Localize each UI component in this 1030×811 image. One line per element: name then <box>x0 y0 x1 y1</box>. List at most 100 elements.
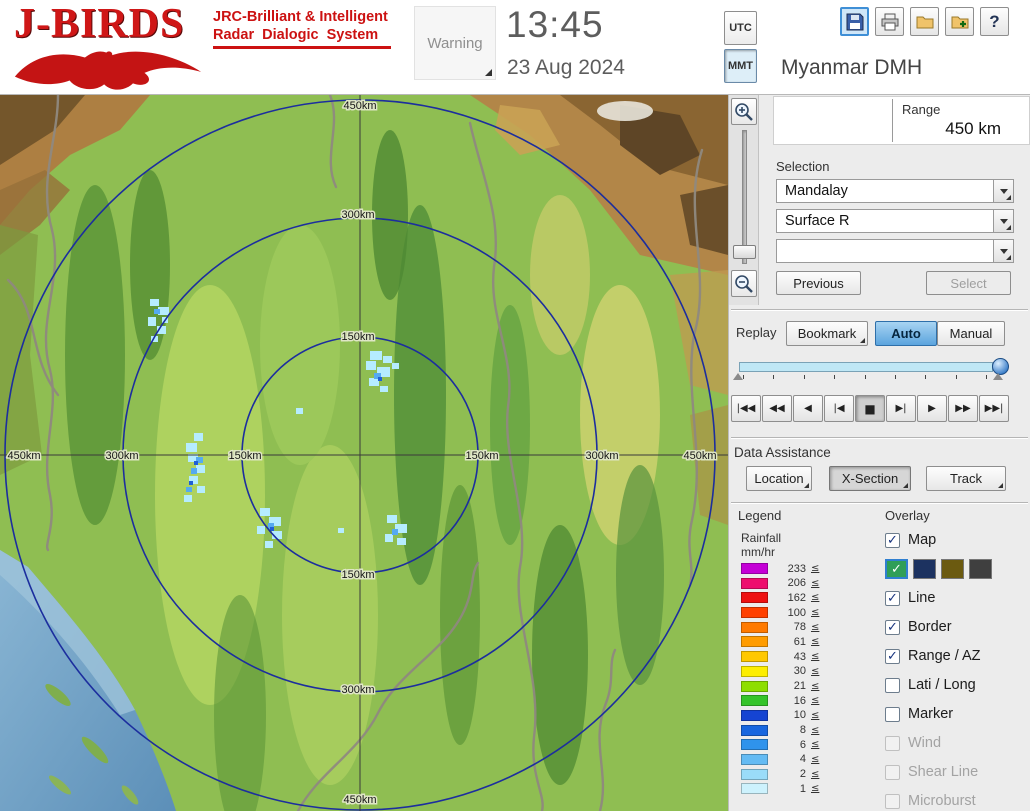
checkbox[interactable]: ✓ <box>885 590 900 606</box>
checkbox[interactable]: ✓ <box>885 532 900 548</box>
overlay-label: Line <box>908 590 936 606</box>
legend-suffix: ≤ <box>811 695 820 707</box>
overlay-label: Microburst <box>908 793 976 809</box>
legend-rows: 233 ≤206 ≤162 ≤100 ≤78 ≤61 ≤43 ≤30 ≤21 ≤16 ≤10 ≤8 ≤6… <box>741 563 819 798</box>
manual-button[interactable]: Manual <box>937 321 1005 346</box>
overlay-row-map[interactable]: ✓ Map <box>885 529 1030 551</box>
legend-unit-line2: mm/hr <box>741 545 775 559</box>
playback-button-1[interactable]: ◀◀ <box>762 395 792 422</box>
overlay-label: Border <box>908 619 952 635</box>
site-dropdown[interactable]: Mandalay <box>776 179 1014 203</box>
zoom-slider-track[interactable] <box>742 130 747 264</box>
checkbox[interactable] <box>885 677 900 693</box>
playback-button-3[interactable]: |◀ <box>824 395 854 422</box>
mmt-button[interactable]: MMT <box>724 49 757 83</box>
legend-value: 8 <box>799 724 806 737</box>
zoom-out-icon <box>735 274 753 293</box>
playback-button-5[interactable]: ▶| <box>886 395 916 422</box>
checkbox[interactable] <box>885 793 900 809</box>
legend-value: 16 <box>793 694 806 707</box>
legend-suffix: ≤ <box>811 607 820 619</box>
map-style-swatch-0[interactable]: ✓ <box>885 559 908 579</box>
legend-row: 61 ≤ <box>741 636 819 648</box>
legend-suffix: ≤ <box>811 680 820 692</box>
zoom-in-button[interactable] <box>731 98 757 125</box>
print-button[interactable] <box>875 7 904 36</box>
previous-button[interactable]: Previous <box>776 271 861 295</box>
legend-color-swatch <box>741 592 768 604</box>
map-style-swatch-1[interactable] <box>913 559 936 579</box>
slider-tick <box>864 375 866 379</box>
folder-plus-icon <box>951 16 968 28</box>
checkbox[interactable] <box>885 706 900 722</box>
playback-button-4[interactable]: ■ <box>855 395 885 422</box>
range-ring-label: 150km <box>465 450 498 462</box>
legend-row: 2 ≤ <box>741 768 819 780</box>
printer-icon <box>881 13 898 30</box>
product-dropdown[interactable]: Surface R <box>776 209 1014 233</box>
overlay-row-shear-line[interactable]: Shear Line <box>885 761 1030 783</box>
help-button[interactable]: ? <box>980 7 1009 36</box>
slider-tick <box>894 375 896 379</box>
checkbox[interactable]: ✓ <box>885 619 900 635</box>
toolbar: ? <box>840 7 1009 36</box>
overlay-row-border[interactable]: ✓ Border <box>885 616 1030 638</box>
import-button[interactable] <box>945 7 974 36</box>
x-section-button[interactable]: X-Section <box>829 466 911 491</box>
x-section-label: X-Section <box>841 471 899 486</box>
overlay-row-microburst[interactable]: Microburst <box>885 790 1030 811</box>
zoom-slider-thumb[interactable] <box>733 245 756 259</box>
slider-tick <box>955 375 957 379</box>
select-button[interactable]: Select <box>926 271 1011 295</box>
playback-button-0[interactable]: |◀◀ <box>731 395 761 422</box>
corner-triangle-icon <box>804 483 809 488</box>
corner-triangle-icon <box>1006 195 1011 200</box>
utc-button[interactable]: UTC <box>724 11 757 45</box>
dropdown-arrow-button[interactable] <box>993 240 1013 262</box>
track-button[interactable]: Track <box>926 466 1006 491</box>
playback-button-8[interactable]: ▶▶| <box>979 395 1009 422</box>
bookmark-button[interactable]: Bookmark <box>786 321 868 346</box>
playback-button-6[interactable]: ▶ <box>917 395 947 422</box>
warning-button[interactable]: Warning <box>414 6 496 80</box>
playback-button-2[interactable]: ◀ <box>793 395 823 422</box>
slider-end-marker <box>993 373 1003 380</box>
warning-label: Warning <box>427 34 483 52</box>
replay-slider-track[interactable] <box>739 362 993 372</box>
playback-button-7[interactable]: ▶▶ <box>948 395 978 422</box>
save-button[interactable] <box>840 7 869 36</box>
selection-label: Selection <box>776 159 830 174</box>
legend-row: 1 ≤ <box>741 783 819 795</box>
replay-ticks <box>743 375 987 379</box>
slider-tick <box>925 375 927 379</box>
checkbox[interactable] <box>885 764 900 780</box>
zoom-bar <box>729 95 759 305</box>
dropdown-arrow-button[interactable] <box>993 210 1013 232</box>
overlay-row-lati-long[interactable]: Lati / Long <box>885 674 1030 696</box>
overlay-label: Shear Line <box>908 764 979 780</box>
open-button[interactable] <box>910 7 939 36</box>
map-style-swatch-2[interactable] <box>941 559 964 579</box>
overlay-rows: ✓ Map ✓ ✓ Line ✓ Border ✓ Range / AZ Lati / Long M… <box>885 529 1030 811</box>
radar-map[interactable]: 450km 300km 150km 150km 300km 450km 450km 300km… <box>0 95 728 811</box>
legend-color-swatch <box>741 695 768 707</box>
range-ring-label: 300km <box>341 209 374 221</box>
overlay-row-line[interactable]: ✓ Line <box>885 587 1030 609</box>
map-style-swatch-3[interactable] <box>969 559 992 579</box>
folder-icon <box>916 16 933 28</box>
overlay-row-wind[interactable]: Wind <box>885 732 1030 754</box>
zoom-out-button[interactable] <box>731 270 757 297</box>
auto-button[interactable]: Auto <box>875 321 937 346</box>
legend-color-swatch <box>741 768 768 780</box>
replay-slider[interactable] <box>733 357 1009 385</box>
overlay-row-marker[interactable]: Marker <box>885 703 1030 725</box>
dropdown-arrow-button[interactable] <box>993 180 1013 202</box>
checkbox[interactable] <box>885 735 900 751</box>
legend-value: 10 <box>793 709 806 722</box>
checkbox[interactable]: ✓ <box>885 648 900 664</box>
extra-dropdown[interactable] <box>776 239 1014 263</box>
legend-color-swatch <box>741 607 768 619</box>
radar-map-area[interactable]: 450km 300km 150km 150km 300km 450km 450km 300km… <box>0 95 728 811</box>
location-button[interactable]: Location <box>746 466 812 491</box>
overlay-row-range-az[interactable]: ✓ Range / AZ <box>885 645 1030 667</box>
